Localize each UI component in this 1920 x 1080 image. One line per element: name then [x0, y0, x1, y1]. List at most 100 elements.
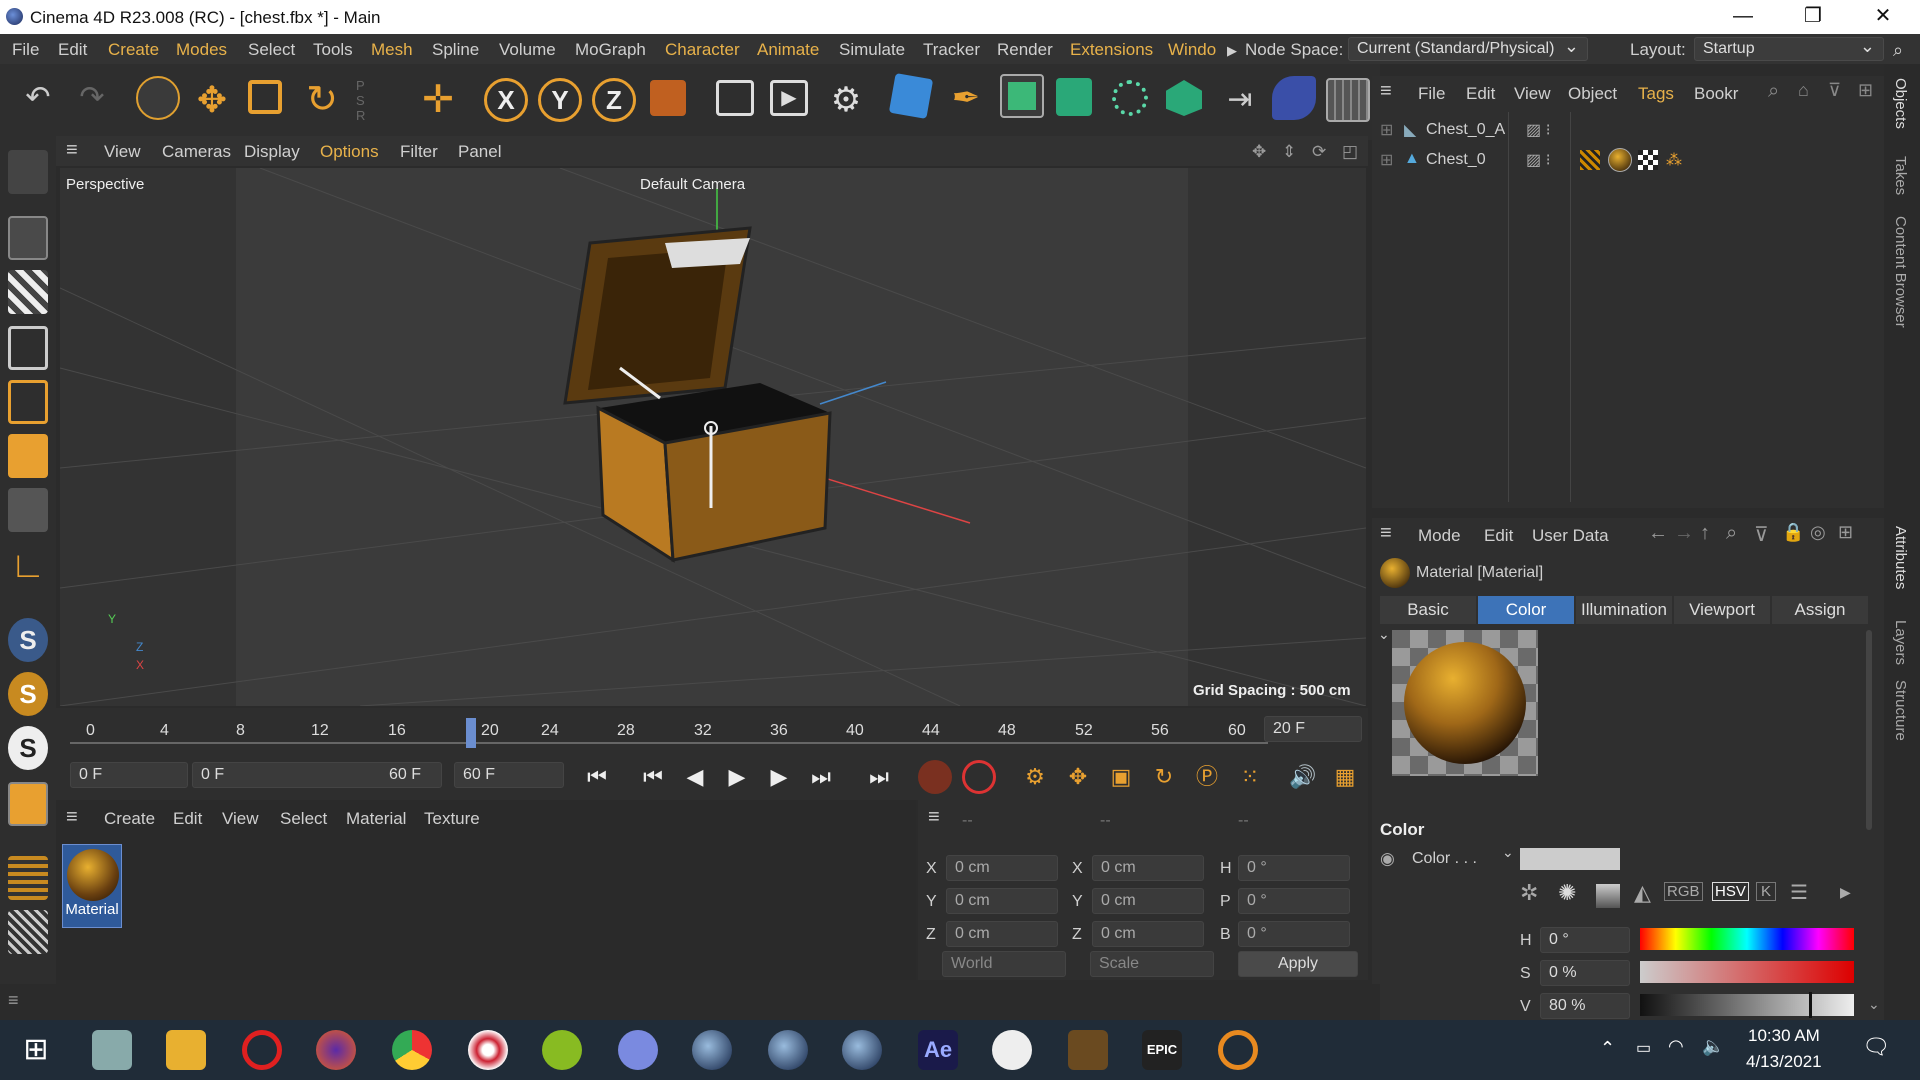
- minimize-button[interactable]: —: [1720, 0, 1766, 34]
- coord-hamburger-icon[interactable]: ≡: [928, 806, 940, 829]
- epic-games-icon[interactable]: EPIC: [1142, 1030, 1182, 1070]
- desktop-app-icon[interactable]: [92, 1030, 132, 1070]
- value-slider[interactable]: [1640, 992, 1854, 1018]
- radio-icon[interactable]: ◉: [1380, 849, 1395, 869]
- size-y-field[interactable]: 0 cm: [1092, 888, 1204, 914]
- floor-icon[interactable]: [1272, 76, 1316, 120]
- pos-y-field[interactable]: 0 cm: [946, 888, 1058, 914]
- keyframe-selection-icon[interactable]: ⚙: [1018, 760, 1052, 794]
- discord-icon[interactable]: [618, 1030, 658, 1070]
- menu-volume[interactable]: Volume: [499, 40, 556, 60]
- workplane-icon[interactable]: [8, 782, 48, 826]
- rotate-view-icon[interactable]: ⟳: [1312, 142, 1326, 162]
- h-field[interactable]: 0 °: [1540, 927, 1630, 953]
- start-frame-field[interactable]: 0 F: [70, 762, 188, 788]
- key-rotation-icon[interactable]: ↻: [1147, 760, 1181, 794]
- wifi-icon[interactable]: ◠: [1668, 1036, 1684, 1057]
- menu-mograph[interactable]: MoGraph: [575, 40, 646, 60]
- mat-menu-material[interactable]: Material: [346, 809, 406, 829]
- vp-menu-display[interactable]: Display: [244, 142, 300, 162]
- move-tool-icon[interactable]: ✥: [190, 78, 234, 122]
- edges-mode-icon[interactable]: [8, 380, 48, 424]
- coordinate-space-dropdown[interactable]: World: [942, 951, 1066, 977]
- key-parameter-icon[interactable]: Ⓟ: [1190, 760, 1224, 794]
- windows-start-icon[interactable]: ⊞: [16, 1030, 56, 1070]
- mat-menu-view[interactable]: View: [222, 809, 259, 829]
- notifications-icon[interactable]: 🗨: [1862, 1034, 1890, 1060]
- mat-menu-select[interactable]: Select: [280, 809, 327, 829]
- obj-menu-object[interactable]: Object: [1568, 84, 1617, 104]
- end-frame-field[interactable]: 60 F: [454, 762, 564, 788]
- texture-mode-icon[interactable]: [8, 270, 48, 314]
- cinema4d-taskbar-icon-2[interactable]: [768, 1030, 808, 1070]
- unreal-engine-icon[interactable]: [992, 1030, 1032, 1070]
- menu-extensions[interactable]: Extensions: [1070, 40, 1153, 60]
- attr-menu-userdata[interactable]: User Data: [1532, 526, 1609, 546]
- attr-scrollbar[interactable]: [1866, 630, 1872, 830]
- after-effects-icon[interactable]: Ae: [918, 1030, 958, 1070]
- 3d-viewport[interactable]: Perspective Default Camera Grid Spacing …: [60, 168, 1366, 706]
- polygons-mode-icon[interactable]: [8, 434, 48, 478]
- x-axis-lock-icon[interactable]: X: [484, 78, 528, 122]
- vp-menu-view[interactable]: View: [104, 142, 141, 162]
- grid-icon[interactable]: [1326, 78, 1370, 122]
- vp-menu-cameras[interactable]: Cameras: [162, 142, 231, 162]
- y-axis-lock-icon[interactable]: Y: [538, 78, 582, 122]
- menu-character[interactable]: Character: [665, 40, 740, 60]
- rot-b-field[interactable]: 0 °: [1238, 921, 1350, 947]
- forward-arrow-icon[interactable]: →: [1674, 522, 1694, 545]
- material-tag-icon[interactable]: [1608, 148, 1632, 172]
- strip-tab-layers[interactable]: Layers: [1892, 620, 1909, 665]
- menu-tools[interactable]: Tools: [313, 40, 353, 60]
- uvw-tag-icon[interactable]: [1638, 150, 1658, 170]
- volume-builder-icon[interactable]: [1162, 76, 1206, 120]
- playhead[interactable]: [466, 718, 476, 748]
- cloner-icon[interactable]: [1108, 76, 1152, 120]
- z-axis-lock-icon[interactable]: Z: [592, 78, 636, 122]
- obj-menu-view[interactable]: View: [1514, 84, 1551, 104]
- firefox-icon[interactable]: [316, 1030, 356, 1070]
- mat-hamburger-icon[interactable]: ≡: [66, 806, 78, 829]
- attr-search-icon[interactable]: ⌕: [1726, 522, 1737, 545]
- menu-file[interactable]: File: [12, 40, 39, 60]
- menu-spline[interactable]: Spline: [432, 40, 479, 60]
- key-scale-icon[interactable]: ▣: [1104, 760, 1138, 794]
- obj-hamburger-icon[interactable]: ≡: [1380, 80, 1392, 103]
- scroll-down-icon[interactable]: ⌄: [1868, 996, 1880, 1013]
- cube-icon[interactable]: [888, 73, 934, 119]
- obs-icon[interactable]: [468, 1030, 508, 1070]
- current-frame-field[interactable]: 20 F: [1264, 716, 1362, 742]
- menu-select[interactable]: Select: [248, 40, 295, 60]
- quantize-icon[interactable]: S: [8, 726, 48, 770]
- rot-h-field[interactable]: 0 °: [1238, 855, 1350, 881]
- value-slider-handle[interactable]: [1808, 992, 1812, 1018]
- tab-illumination[interactable]: Illumination: [1576, 596, 1672, 624]
- object-row[interactable]: ⊞ ◣ Chest_0_A ▨ ⁝: [1380, 118, 1860, 144]
- cinema4d-taskbar-icon-3[interactable]: [842, 1030, 882, 1070]
- pan-view-icon[interactable]: ✥: [1252, 142, 1266, 162]
- menu-edit[interactable]: Edit: [58, 40, 87, 60]
- sound-icon[interactable]: 🔊: [1286, 760, 1320, 794]
- object-row[interactable]: ⊞ ▲ Chest_0 ▨ ⁝ ⁂: [1380, 148, 1860, 174]
- strip-tab-attributes[interactable]: Attributes: [1892, 526, 1909, 589]
- search-icon[interactable]: ⌕: [1893, 40, 1903, 61]
- size-z-field[interactable]: 0 cm: [1092, 921, 1204, 947]
- spectrum-mode-icon[interactable]: ✺: [1558, 880, 1576, 906]
- saturation-slider[interactable]: [1640, 961, 1854, 983]
- back-arrow-icon[interactable]: ←: [1648, 522, 1668, 545]
- target-icon[interactable]: ◎: [1810, 522, 1826, 543]
- menu-simulate[interactable]: Simulate: [839, 40, 905, 60]
- s-field[interactable]: 0 %: [1540, 960, 1630, 986]
- make-editable-icon[interactable]: [8, 150, 48, 194]
- axis-mode-icon[interactable]: ∟: [8, 544, 48, 588]
- tray-device-icon[interactable]: ▭: [1636, 1038, 1651, 1058]
- material-swatch[interactable]: Material: [62, 844, 122, 928]
- android-app-icon[interactable]: [542, 1030, 582, 1070]
- obj-menu-edit[interactable]: Edit: [1466, 84, 1495, 104]
- attr-new-icon[interactable]: ⊞: [1838, 522, 1853, 543]
- render-view-icon[interactable]: [716, 80, 754, 116]
- obj-menu-file[interactable]: File: [1418, 84, 1445, 104]
- menu-create[interactable]: Create: [108, 40, 159, 60]
- render-picture-viewer-icon[interactable]: ▶: [770, 80, 808, 116]
- node-space-dropdown[interactable]: Current (Standard/Physical): [1348, 36, 1588, 61]
